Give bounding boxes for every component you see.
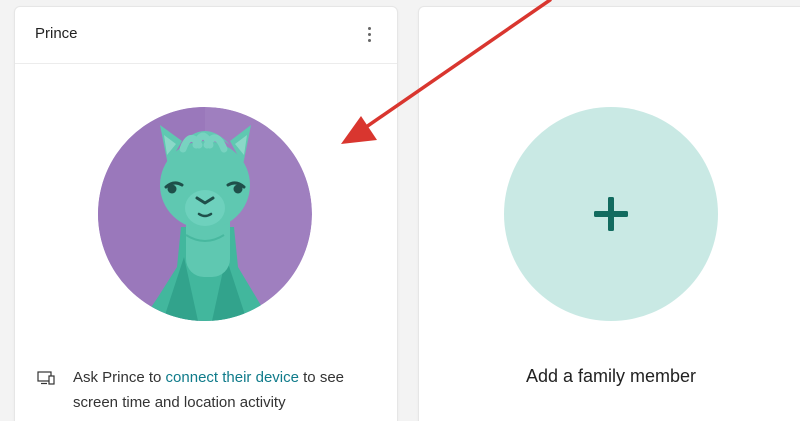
family-member-card: Prince Ask Prince to connect their devic… [14, 6, 398, 421]
device-screen-icon [37, 371, 55, 385]
plus-icon [594, 197, 628, 231]
card-header: Prince [15, 7, 397, 64]
connect-device-prefix: Ask Prince to [73, 369, 166, 386]
family-page: Prince Ask Prince to connect their devic… [0, 0, 800, 421]
connect-device-text: Ask Prince to connect their device to se… [73, 365, 383, 415]
add-family-member-label: Add a family member [525, 366, 697, 386]
llama-avatar-icon [98, 107, 312, 321]
connect-their-device-link[interactable]: connect their device [166, 369, 299, 386]
add-family-member-card[interactable]: Add a family member [418, 6, 800, 421]
member-name: Prince [35, 25, 78, 42]
more-vertical-icon [367, 26, 371, 42]
more-options-button[interactable] [359, 21, 379, 47]
add-family-member-button[interactable] [504, 107, 718, 321]
